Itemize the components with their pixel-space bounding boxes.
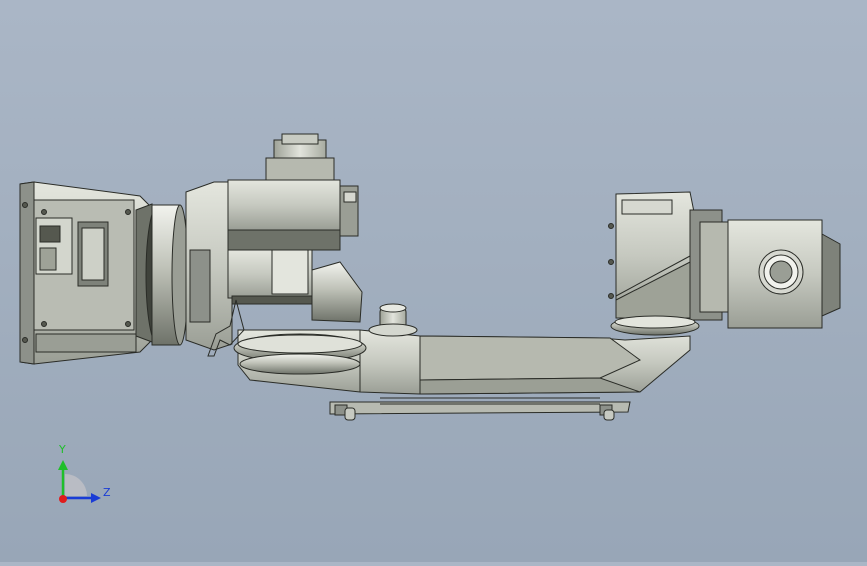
x-axis-origin <box>59 495 67 503</box>
z-axis-label: Z <box>103 486 111 499</box>
shoulder-motor-module[interactable] <box>185 133 363 357</box>
robot-arm-model[interactable] <box>0 0 867 562</box>
y-axis-head <box>58 460 68 470</box>
wrist-module[interactable] <box>608 191 841 336</box>
base-drive-module[interactable] <box>19 181 189 365</box>
z-axis-head <box>91 493 101 503</box>
cad-viewport[interactable] <box>0 0 867 562</box>
y-axis-label: Y <box>59 443 66 456</box>
coordinate-triad <box>58 460 101 503</box>
